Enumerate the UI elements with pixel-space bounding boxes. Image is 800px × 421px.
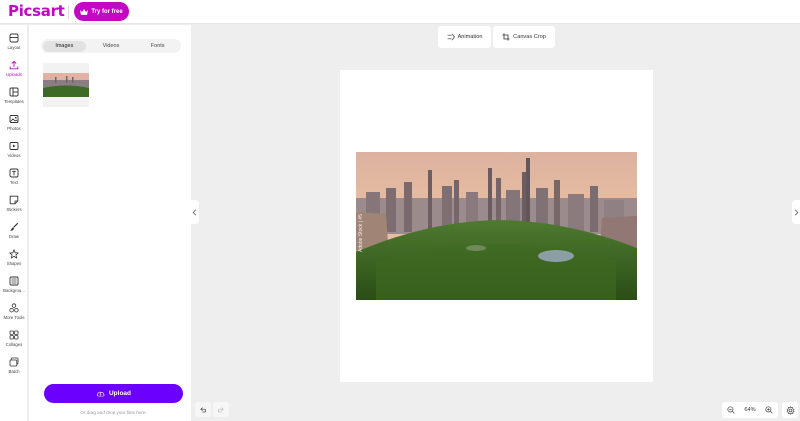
rail-item-more-tools[interactable]: More Tools [0,301,28,327]
rail-item-templates[interactable]: Templates [0,85,28,111]
canvas-crop-button[interactable]: Canvas Crop [493,26,555,48]
expand-right-panel-button[interactable] [792,200,800,224]
uploaded-image-thumbnail[interactable] [43,63,89,107]
rail-item-batch[interactable]: Batch [0,355,28,381]
tools-icon [9,303,19,313]
rail-item-shapes[interactable]: Shapes [0,247,28,273]
collage-icon [9,330,19,340]
tab-fonts[interactable]: Fonts [136,41,180,52]
chevron-left-icon [192,209,197,215]
rail-label: Backgrou... [3,288,25,293]
rail-item-collages[interactable]: Collages [0,328,28,354]
watermark-text: Adobe Stock | #5 [358,214,364,252]
upload-button[interactable]: Upload [44,384,183,403]
left-toolbar: Layout Uploads Templates Photos Videos T… [0,25,28,421]
rail-item-backgrounds[interactable]: Backgrou... [0,274,28,300]
undo-button[interactable] [195,402,211,417]
background-icon [9,276,19,286]
upload-label: Upload [108,390,132,397]
picsart-logo[interactable]: Picsart [8,2,65,20]
rail-item-draw[interactable]: Draw [0,220,28,246]
rail-label: Uploads [6,72,22,77]
chevron-right-icon [794,209,798,215]
gear-icon [786,405,794,415]
zoom-in-icon[interactable] [765,406,773,414]
crown-icon [80,8,89,15]
rail-label: Batch [8,369,20,374]
zoom-level[interactable]: 64% [744,407,755,413]
try-for-free-button[interactable]: Try for free [74,2,129,21]
rail-label: Draw [8,234,20,239]
photo-icon [9,115,19,123]
rail-label: More Tools [3,315,25,320]
central-park-photo [356,152,637,300]
animation-label: Animation [457,34,483,40]
sticker-icon [9,195,19,205]
rail-item-layout[interactable]: Layout [0,31,28,57]
tab-images[interactable]: Images [42,40,87,52]
templates-icon [9,87,19,97]
uploads-panel: Images Videos Fonts Upload Or drag and d… [29,25,191,421]
layout-icon [9,33,19,43]
brush-icon [10,222,19,231]
zoom-out-icon[interactable] [727,406,735,414]
redo-button[interactable] [213,402,229,417]
rail-item-uploads[interactable]: Uploads [0,58,28,84]
collapse-panel-button[interactable] [190,200,199,224]
header-divider [68,5,69,19]
editor-canvas[interactable]: Adobe Stock | #5 [340,70,653,382]
drag-drop-hint: Or drag and drop your files here. [80,410,147,415]
text-icon [9,168,19,178]
batch-icon [9,357,19,367]
rail-label: Stickers [6,207,22,212]
rail-label: Videos [7,153,21,158]
rail-label: Photos [7,126,21,131]
rail-item-videos[interactable]: Videos [0,139,28,165]
cloud-upload-icon [96,391,105,397]
rail-label: Text [10,180,18,185]
rail-label: Layout [7,45,21,50]
upload-icon [9,60,19,70]
media-tabs: Images Videos Fonts [41,39,181,53]
top-bar: Picsart Try for free [0,0,800,24]
rail-label: Shapes [6,261,22,266]
rail-item-stickers[interactable]: Stickers [0,193,28,219]
star-icon [9,249,19,259]
tab-videos[interactable]: Videos [89,41,133,52]
rail-label: Collages [5,342,23,347]
video-icon [9,142,19,150]
rail-item-photos[interactable]: Photos [0,112,28,138]
redo-icon [218,407,224,413]
canvas-crop-label: Canvas Crop [513,34,546,40]
canvas-image[interactable]: Adobe Stock | #5 [356,152,637,300]
settings-button[interactable] [782,402,798,418]
rail-label: Templates [4,99,24,104]
animation-icon [447,33,455,41]
crop-icon [502,33,510,41]
try-for-free-label: Try for free [91,8,123,15]
undo-icon [200,407,206,413]
zoom-controls: 64% [722,402,778,418]
rail-item-text[interactable]: Text [0,166,28,192]
city-thumbnail-image [43,73,89,97]
animation-button[interactable]: Animation [438,26,491,48]
